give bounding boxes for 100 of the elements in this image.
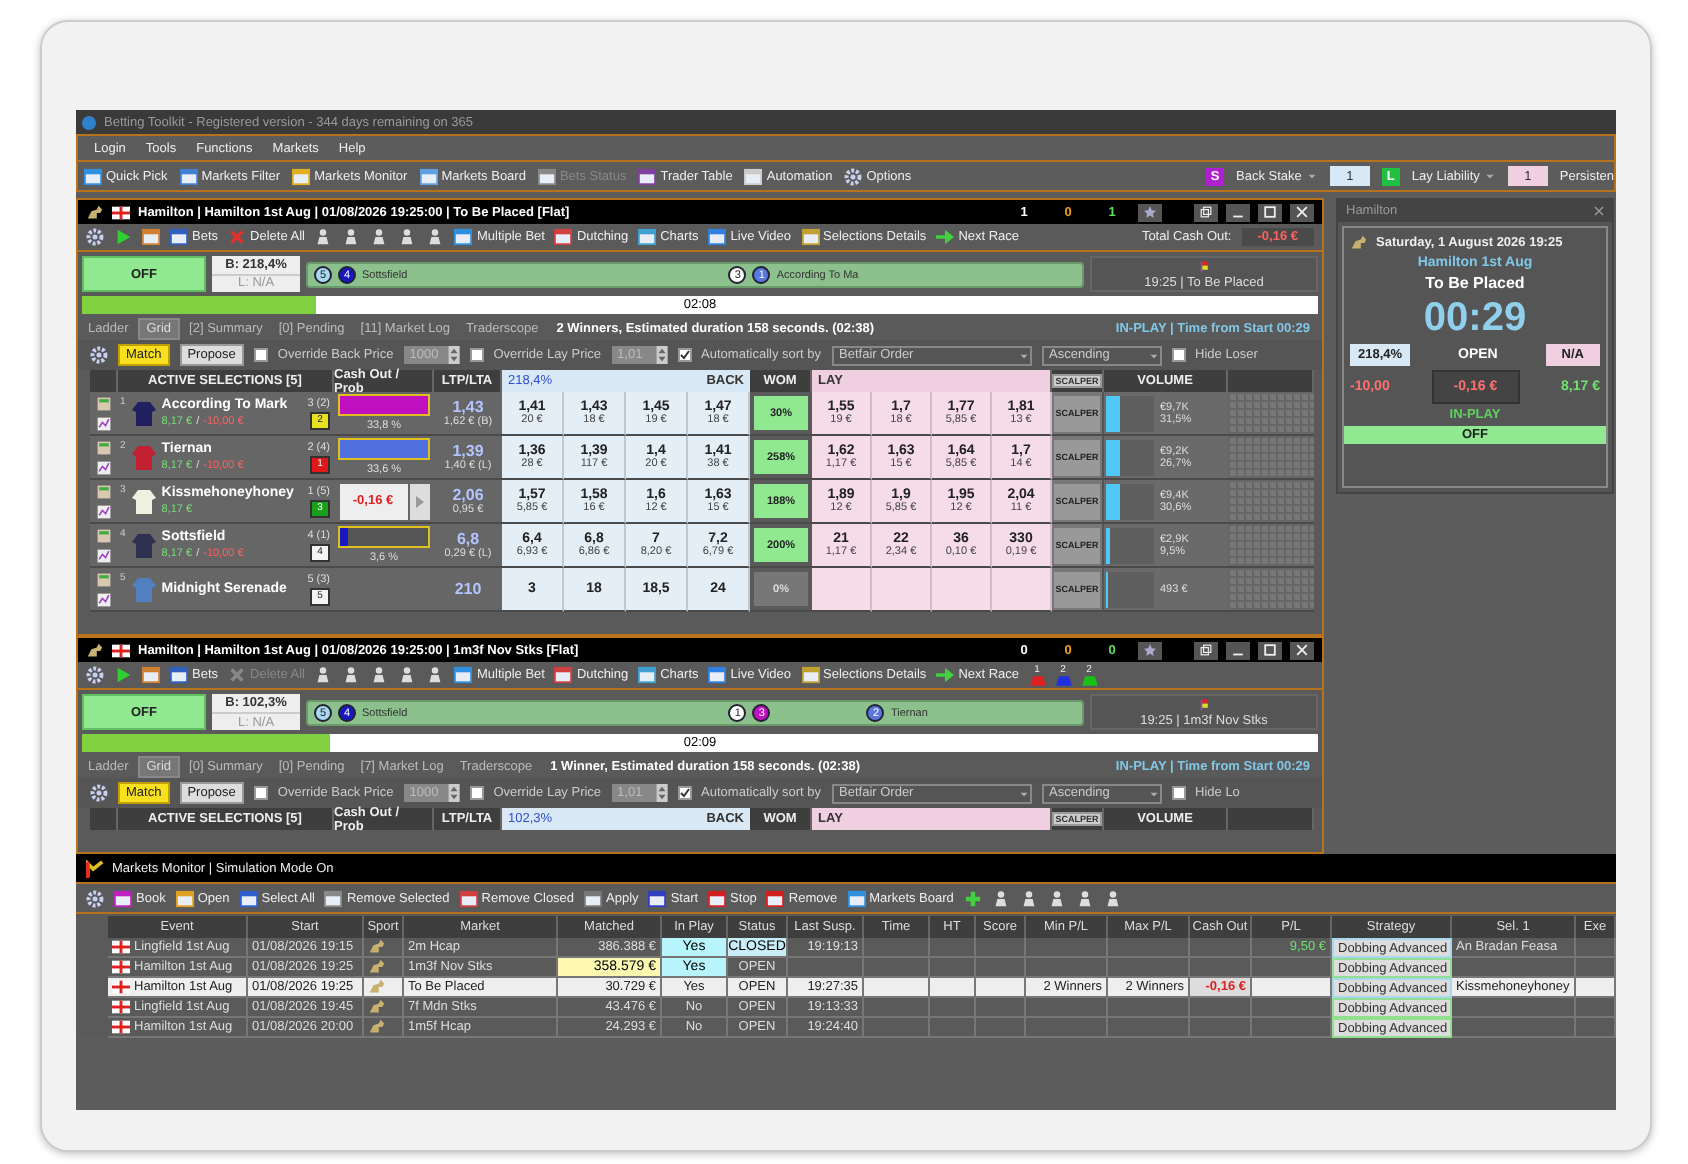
horse-icon (1350, 234, 1368, 252)
jockey-icon (370, 228, 389, 246)
restore-button[interactable] (1194, 203, 1218, 221)
favourite-button[interactable] (1138, 641, 1162, 660)
triangle-icon (415, 495, 423, 507)
checkbox[interactable] (253, 786, 268, 801)
window-icon (324, 889, 343, 907)
window-icon (175, 889, 194, 907)
checkbox[interactable] (1171, 348, 1186, 362)
minimize-button[interactable] (1226, 641, 1250, 660)
close-button[interactable] (1290, 203, 1314, 221)
jockey-button[interactable] (1103, 889, 1122, 907)
maximize-icon (1264, 206, 1276, 218)
gear-icon (90, 784, 108, 803)
favourite-button[interactable] (1138, 203, 1162, 221)
spinner-icon[interactable] (655, 784, 668, 803)
window-icon (766, 889, 785, 907)
settings-button[interactable] (86, 666, 104, 685)
jockey-icon (1047, 889, 1066, 907)
window-icon (292, 167, 311, 185)
toolbar-button[interactable] (142, 228, 160, 246)
checkbox[interactable] (469, 786, 484, 801)
window-icon (554, 666, 573, 685)
jockey-button[interactable] (426, 666, 445, 685)
jockey-button[interactable] (398, 666, 417, 685)
jockey-button[interactable] (370, 666, 389, 685)
checkbox[interactable] (1171, 786, 1186, 801)
jockey-icon (398, 228, 417, 246)
checkbox[interactable] (469, 348, 484, 362)
close-icon (1296, 644, 1308, 657)
checkbox[interactable] (677, 786, 692, 801)
table-cell (1576, 1018, 1616, 1038)
window-icon (744, 167, 763, 185)
jockey-button[interactable] (426, 228, 445, 246)
toolbar-button[interactable] (142, 666, 160, 685)
plus-icon (963, 889, 982, 907)
market-name: To Be Placed (1425, 274, 1525, 292)
table-cell (930, 1018, 976, 1038)
window-icon (142, 228, 160, 246)
spinner-icon[interactable] (447, 784, 460, 803)
add-button[interactable] (963, 889, 982, 907)
table-cell (1108, 938, 1190, 958)
jockey-button[interactable] (991, 889, 1010, 907)
maximize-button[interactable] (1258, 641, 1282, 660)
settings-button[interactable] (90, 784, 108, 803)
window-icon (708, 889, 727, 907)
chart-icon (96, 591, 112, 607)
jockey-button[interactable] (314, 666, 333, 685)
chart-icon (86, 859, 104, 877)
minimize-button[interactable] (1226, 203, 1250, 221)
table-cell (1026, 1018, 1108, 1038)
start-button[interactable] (114, 666, 132, 685)
jockey-button[interactable] (398, 228, 417, 246)
last-traded-price: 1,43 (452, 398, 484, 416)
window-icon (454, 666, 473, 685)
window-icon (638, 228, 657, 246)
window-icon (638, 666, 657, 685)
silks-icon (1197, 259, 1211, 273)
jockey-button[interactable] (370, 228, 389, 246)
flag-icon (112, 203, 130, 221)
spinner-icon[interactable] (447, 346, 460, 364)
table-cell (1026, 938, 1108, 958)
last-traded-price: 1,39 (452, 442, 484, 460)
jockey-button[interactable] (342, 666, 361, 685)
settings-button[interactable] (90, 346, 108, 364)
table-cell (976, 1018, 1026, 1038)
window-icon (419, 167, 438, 185)
table-cell (976, 938, 1026, 958)
expand-button[interactable] (409, 483, 429, 519)
maximize-button[interactable] (1258, 203, 1282, 221)
start-button[interactable] (114, 228, 132, 246)
flag-icon (112, 978, 130, 996)
close-button[interactable] (1290, 641, 1314, 660)
jockey-button[interactable] (342, 228, 361, 246)
table-cell (1452, 1018, 1576, 1038)
settings-button[interactable] (86, 228, 104, 246)
window-icon (84, 167, 102, 185)
app-icon (82, 115, 96, 129)
jockey-button[interactable] (1047, 889, 1066, 907)
jockey-button[interactable] (1075, 889, 1094, 907)
restore-button[interactable] (1194, 641, 1218, 660)
checkbox[interactable] (677, 348, 692, 362)
restore-icon (1200, 206, 1212, 218)
close-icon (1296, 206, 1308, 218)
checkmark-icon (679, 350, 690, 360)
last-traded-price: 6,8 (456, 530, 480, 548)
jockey-icon (342, 666, 361, 685)
table-cell (1026, 998, 1108, 1018)
settings-button[interactable] (86, 889, 104, 907)
caret-icon (1017, 787, 1030, 800)
play-icon (114, 228, 132, 246)
jockey-icon (991, 889, 1010, 907)
checkbox[interactable] (253, 348, 268, 362)
jockey-button[interactable] (1019, 889, 1038, 907)
spinner-icon[interactable] (655, 346, 668, 364)
table-cell (1190, 1018, 1252, 1038)
table-cell (1108, 1018, 1190, 1038)
flag-icon (112, 1018, 130, 1036)
flag-icon (112, 958, 130, 976)
jockey-button[interactable] (314, 228, 333, 246)
